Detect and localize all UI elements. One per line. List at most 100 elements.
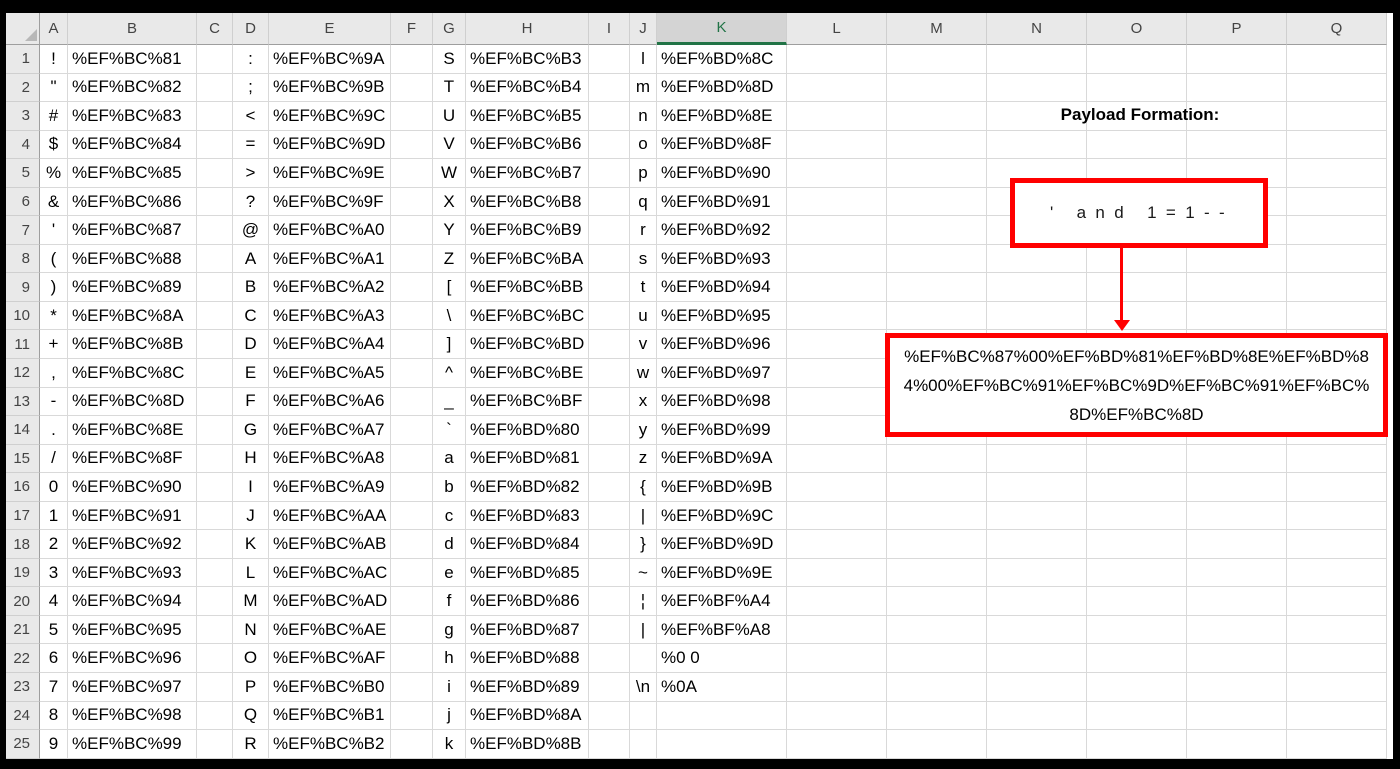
row-header-25[interactable]: 25 — [6, 730, 40, 759]
cell-I24[interactable] — [589, 701, 630, 731]
cell-E19[interactable]: %EF%BC%AC — [269, 558, 391, 588]
column-header-B[interactable]: B — [68, 13, 197, 45]
cell-G24[interactable]: j — [433, 701, 466, 731]
cell-J25[interactable] — [630, 730, 657, 759]
cell-H14[interactable]: %EF%BD%80 — [466, 416, 589, 445]
cell-H6[interactable]: %EF%BC%B8 — [466, 187, 589, 217]
cell-D18[interactable]: K — [233, 530, 269, 559]
cell-G7[interactable]: Y — [433, 216, 466, 245]
cell-J16[interactable]: { — [630, 473, 657, 502]
cell-H19[interactable]: %EF%BD%85 — [466, 558, 589, 588]
row-header-19[interactable]: 19 — [6, 558, 40, 588]
cell-C19[interactable] — [197, 558, 233, 588]
cell-L10[interactable] — [787, 301, 887, 331]
cell-O22[interactable] — [1087, 644, 1187, 674]
cell-A5[interactable]: % — [40, 159, 68, 188]
cell-M22[interactable] — [887, 644, 987, 674]
cell-A10[interactable]: * — [40, 301, 68, 331]
cell-D14[interactable]: G — [233, 416, 269, 445]
cell-Q22[interactable] — [1287, 644, 1387, 674]
cell-N15[interactable] — [987, 444, 1087, 474]
cell-Q5[interactable] — [1287, 159, 1387, 188]
cell-K20[interactable]: %EF%BF%A4 — [657, 587, 787, 616]
cell-A3[interactable]: # — [40, 102, 68, 131]
cell-J23[interactable]: \n — [630, 673, 657, 702]
cell-G1[interactable]: S — [433, 45, 466, 74]
row-header-24[interactable]: 24 — [6, 701, 40, 731]
cell-F25[interactable] — [391, 730, 433, 759]
cell-O4[interactable] — [1087, 130, 1187, 160]
cell-K17[interactable]: %EF%BD%9C — [657, 501, 787, 531]
column-header-L[interactable]: L — [787, 13, 887, 45]
cell-L1[interactable] — [787, 45, 887, 74]
cell-K6[interactable]: %EF%BD%91 — [657, 187, 787, 217]
cell-H5[interactable]: %EF%BC%B7 — [466, 159, 589, 188]
cell-H11[interactable]: %EF%BC%BD — [466, 330, 589, 360]
cell-B12[interactable]: %EF%BC%8C — [68, 359, 197, 388]
cell-D22[interactable]: O — [233, 644, 269, 674]
cell-C13[interactable] — [197, 387, 233, 417]
cell-P15[interactable] — [1187, 444, 1287, 474]
row-header-16[interactable]: 16 — [6, 473, 40, 502]
cell-E15[interactable]: %EF%BC%A8 — [269, 444, 391, 474]
cell-D7[interactable]: @ — [233, 216, 269, 245]
cell-D13[interactable]: F — [233, 387, 269, 417]
cell-A4[interactable]: $ — [40, 130, 68, 160]
cell-H2[interactable]: %EF%BC%B4 — [466, 73, 589, 103]
encoded-payload-box[interactable]: %EF%BC%87%00%EF%BD%81%EF%BD%8E%EF%BD%8 4… — [885, 333, 1388, 437]
row-header-18[interactable]: 18 — [6, 530, 40, 559]
cell-J2[interactable]: m — [630, 73, 657, 103]
cell-O18[interactable] — [1087, 530, 1187, 559]
cell-J15[interactable]: z — [630, 444, 657, 474]
cell-J24[interactable] — [630, 701, 657, 731]
cell-K12[interactable]: %EF%BD%97 — [657, 359, 787, 388]
cell-L16[interactable] — [787, 473, 887, 502]
cell-I17[interactable] — [589, 501, 630, 531]
cell-N25[interactable] — [987, 730, 1087, 759]
cell-B23[interactable]: %EF%BC%97 — [68, 673, 197, 702]
cell-O2[interactable] — [1087, 73, 1187, 103]
column-header-A[interactable]: A — [40, 13, 68, 45]
cell-A22[interactable]: 6 — [40, 644, 68, 674]
cell-E16[interactable]: %EF%BC%A9 — [269, 473, 391, 502]
cell-E22[interactable]: %EF%BC%AF — [269, 644, 391, 674]
cell-Q3[interactable] — [1287, 102, 1387, 131]
cell-E18[interactable]: %EF%BC%AB — [269, 530, 391, 559]
cell-J17[interactable]: | — [630, 501, 657, 531]
cell-G23[interactable]: i — [433, 673, 466, 702]
cell-J12[interactable]: w — [630, 359, 657, 388]
cell-Q25[interactable] — [1287, 730, 1387, 759]
cell-Q18[interactable] — [1287, 530, 1387, 559]
cell-E23[interactable]: %EF%BC%B0 — [269, 673, 391, 702]
cell-H1[interactable]: %EF%BC%B3 — [466, 45, 589, 74]
cell-G22[interactable]: h — [433, 644, 466, 674]
cell-M1[interactable] — [887, 45, 987, 74]
cell-A24[interactable]: 8 — [40, 701, 68, 731]
cell-B5[interactable]: %EF%BC%85 — [68, 159, 197, 188]
cell-J19[interactable]: ~ — [630, 558, 657, 588]
cell-O9[interactable] — [1087, 273, 1187, 302]
cell-N8[interactable] — [987, 244, 1087, 274]
cell-B8[interactable]: %EF%BC%88 — [68, 244, 197, 274]
cell-E6[interactable]: %EF%BC%9F — [269, 187, 391, 217]
cell-B20[interactable]: %EF%BC%94 — [68, 587, 197, 616]
cell-B21[interactable]: %EF%BC%95 — [68, 615, 197, 645]
cell-K18[interactable]: %EF%BD%9D — [657, 530, 787, 559]
cell-G20[interactable]: f — [433, 587, 466, 616]
cell-H16[interactable]: %EF%BD%82 — [466, 473, 589, 502]
cell-B19[interactable]: %EF%BC%93 — [68, 558, 197, 588]
cell-M2[interactable] — [887, 73, 987, 103]
cell-F17[interactable] — [391, 501, 433, 531]
cell-K19[interactable]: %EF%BD%9E — [657, 558, 787, 588]
cell-G16[interactable]: b — [433, 473, 466, 502]
cell-K21[interactable]: %EF%BF%A8 — [657, 615, 787, 645]
cell-D9[interactable]: B — [233, 273, 269, 302]
cell-O8[interactable] — [1087, 244, 1187, 274]
cell-B7[interactable]: %EF%BC%87 — [68, 216, 197, 245]
row-header-8[interactable]: 8 — [6, 244, 40, 274]
cell-H17[interactable]: %EF%BD%83 — [466, 501, 589, 531]
cell-N17[interactable] — [987, 501, 1087, 531]
cell-H8[interactable]: %EF%BC%BA — [466, 244, 589, 274]
cell-B11[interactable]: %EF%BC%8B — [68, 330, 197, 360]
cell-J5[interactable]: p — [630, 159, 657, 188]
